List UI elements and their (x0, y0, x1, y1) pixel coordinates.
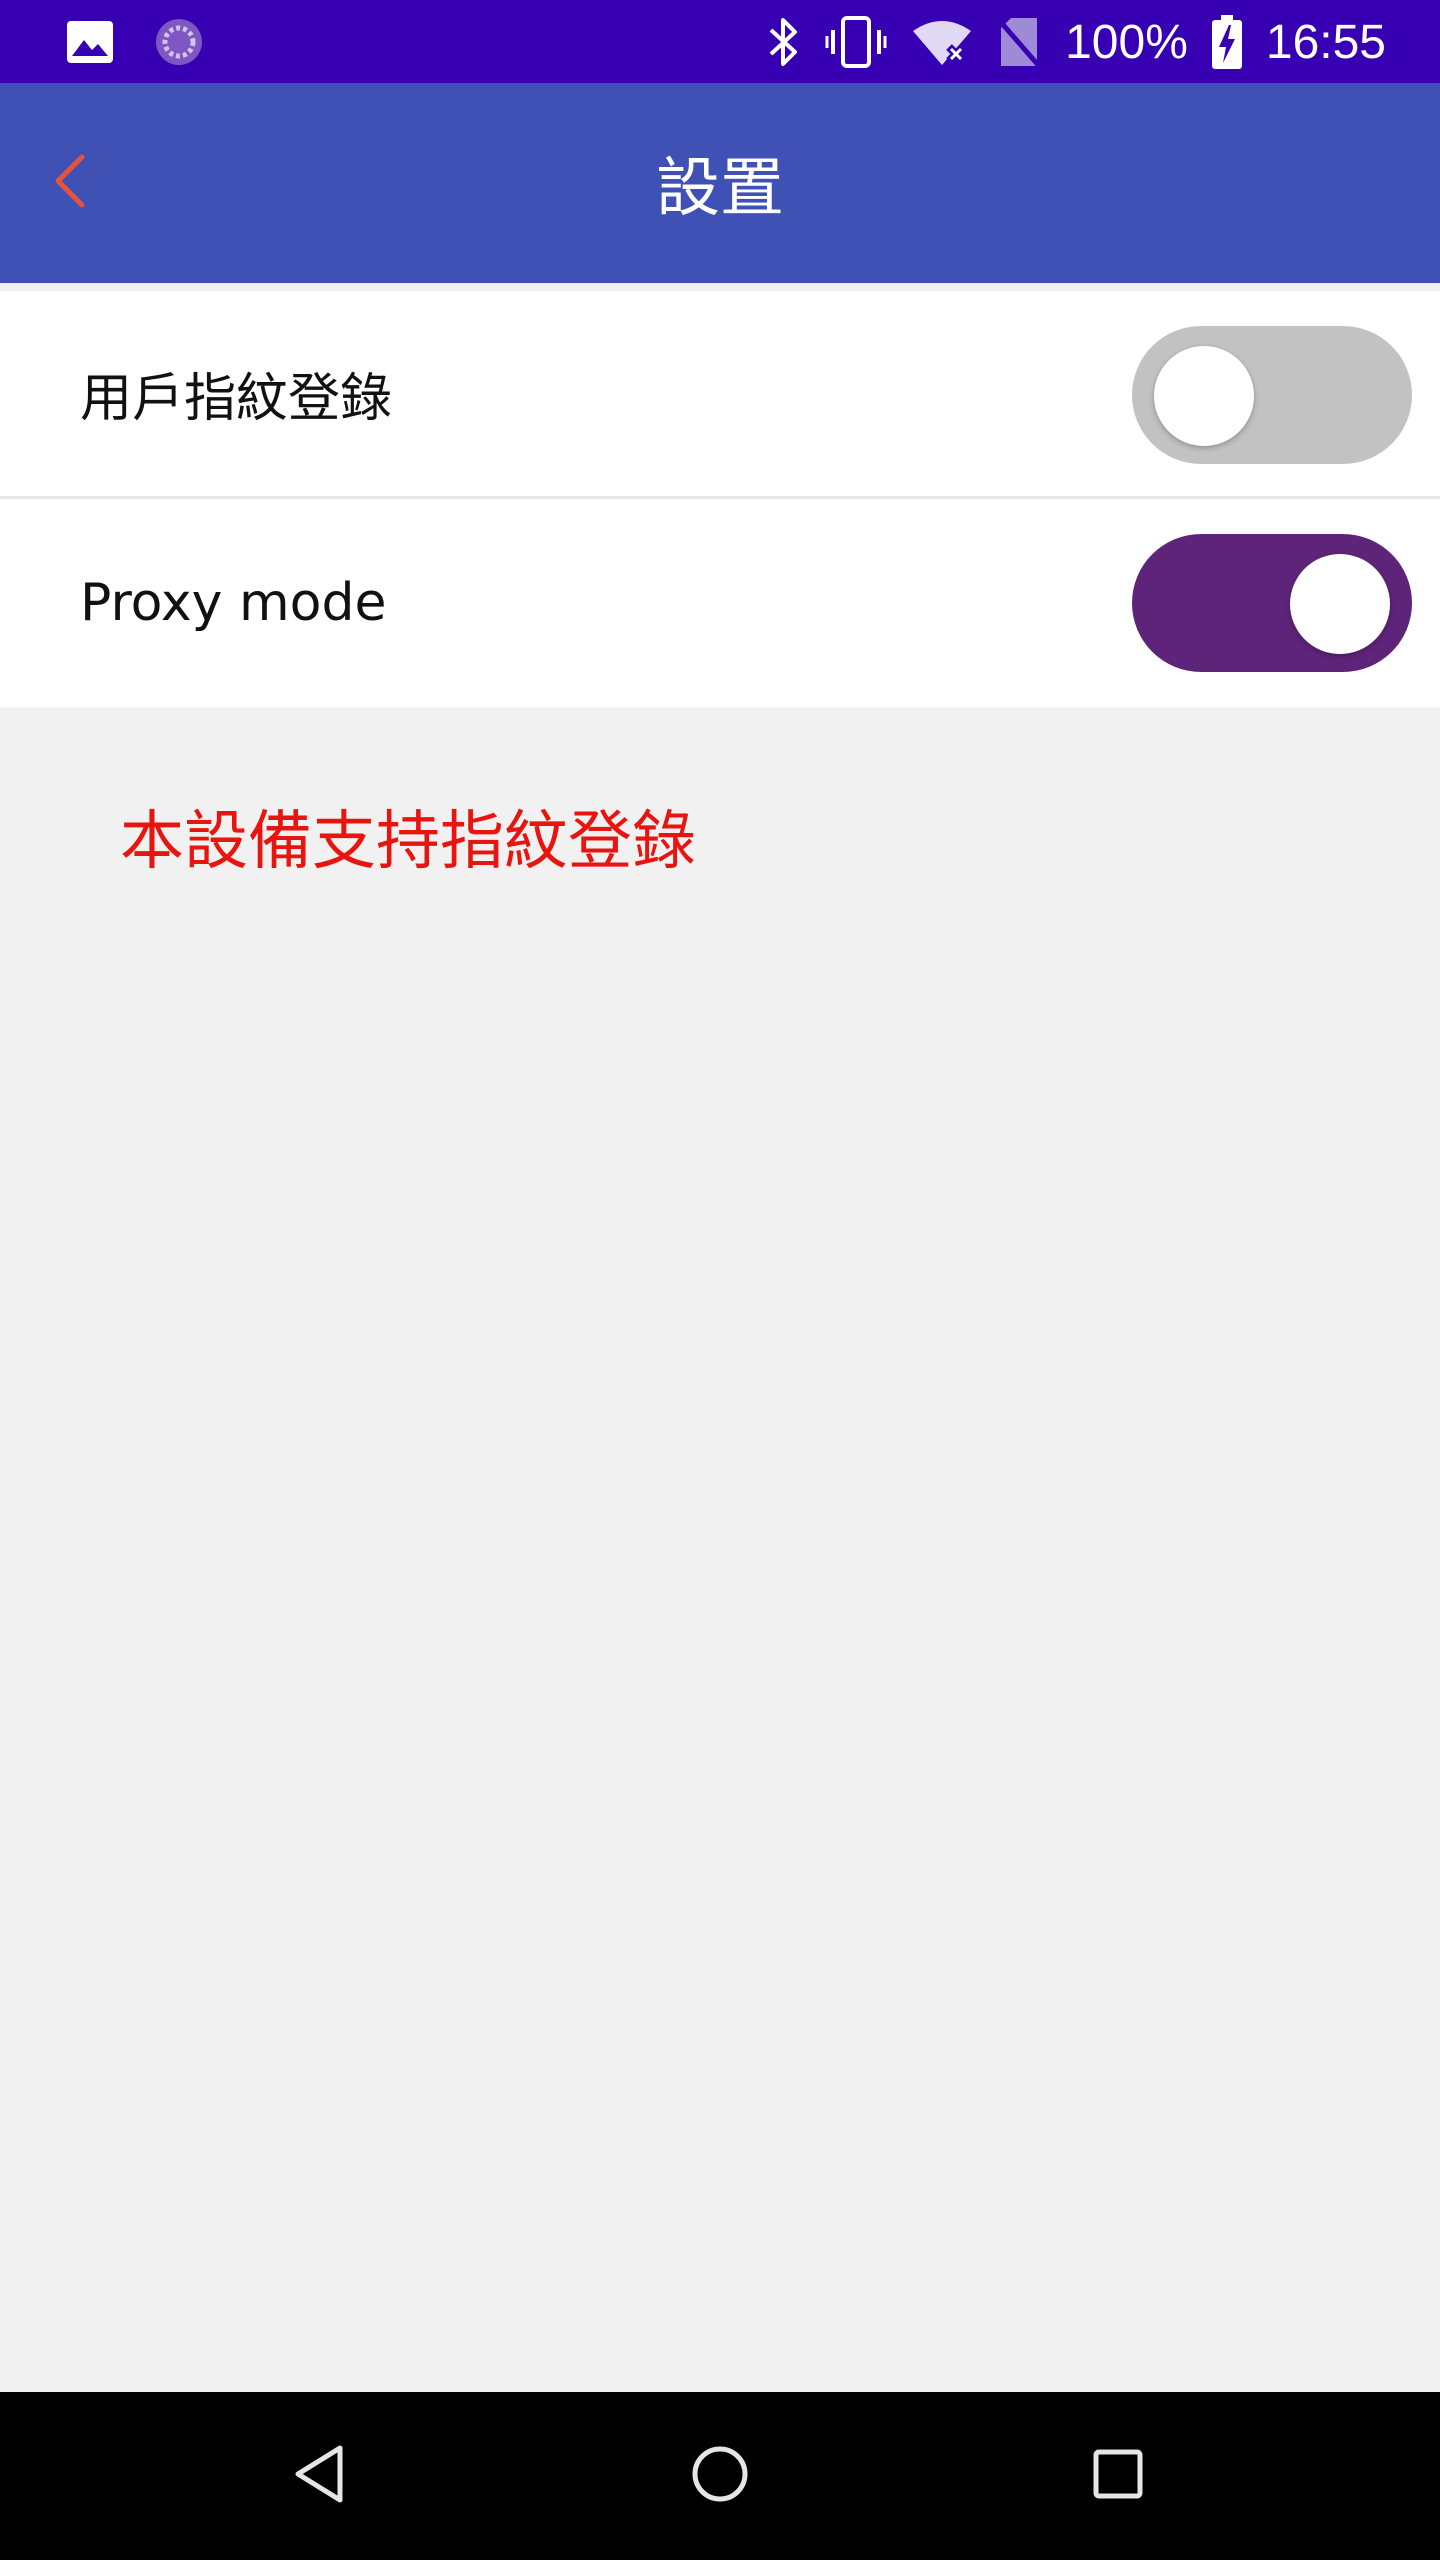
battery-percent: 100% (1065, 15, 1188, 69)
settings-row-fingerprint-login: 用戶指紋登錄 (0, 291, 1440, 499)
sync-icon (154, 17, 204, 67)
back-button[interactable] (30, 143, 110, 223)
back-triangle-icon (290, 2442, 350, 2510)
status-bar: 100% 16:55 (0, 0, 1440, 83)
fingerprint-support-message: 本設備支持指紋登錄 (120, 805, 696, 879)
image-icon (66, 20, 114, 64)
home-circle-icon (688, 2442, 752, 2510)
nav-home-button[interactable] (670, 2426, 770, 2526)
status-bar-left (66, 18, 204, 66)
toggle-knob (1154, 346, 1254, 446)
fingerprint-login-toggle[interactable] (1132, 326, 1412, 464)
clock: 16:55 (1265, 15, 1386, 69)
proxy-mode-toggle[interactable] (1132, 534, 1412, 672)
bluetooth-icon (767, 16, 801, 68)
settings-row-proxy-mode: Proxy mode (0, 499, 1440, 707)
wifi-off-icon (911, 17, 973, 67)
no-sim-icon (997, 16, 1041, 68)
navigation-bar (0, 2392, 1440, 2560)
recents-square-icon (1090, 2446, 1146, 2506)
page-title: 設置 (656, 152, 784, 226)
status-bar-right: 100% 16:55 (767, 8, 1386, 76)
toggle-knob (1290, 554, 1390, 654)
chevron-left-icon (50, 151, 90, 215)
app-bar: 設置 (0, 83, 1440, 283)
settings-list: 用戶指紋登錄 Proxy mode (0, 291, 1440, 707)
battery-charging-icon (1211, 15, 1242, 69)
proxy-mode-label: Proxy mode (80, 573, 387, 633)
fingerprint-login-label: 用戶指紋登錄 (80, 369, 393, 429)
nav-back-button[interactable] (270, 2426, 370, 2526)
nav-recents-button[interactable] (1068, 2426, 1168, 2526)
vibrate-icon (825, 16, 887, 68)
